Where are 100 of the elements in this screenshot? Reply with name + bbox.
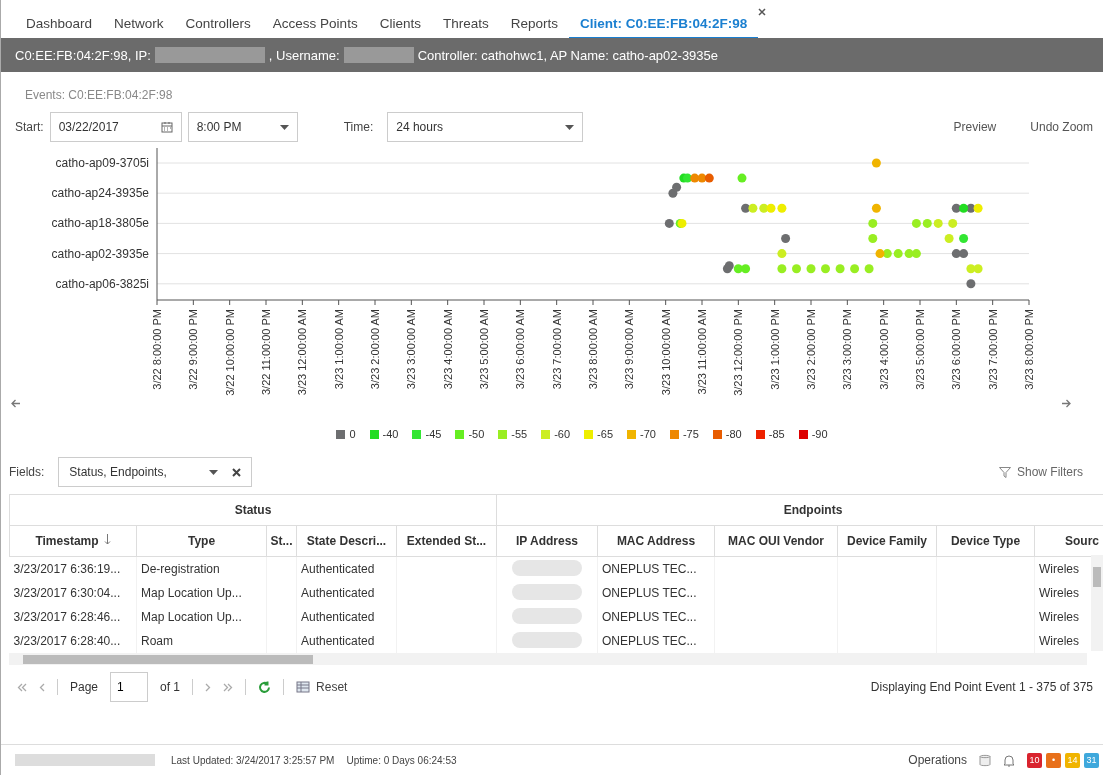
column-header[interactable]: Timestamp xyxy=(9,525,137,557)
caret-icon xyxy=(279,124,289,130)
legend-label: -70 xyxy=(640,428,656,440)
table-cell: Authenticated xyxy=(296,556,397,581)
info-text: , Username: xyxy=(268,47,340,63)
axis-label: 3/23 8:00:00 AM xyxy=(587,309,599,390)
table-cell: 3/23/2017 6:30:04... xyxy=(9,581,137,605)
column-header[interactable]: IP Address xyxy=(496,525,598,557)
last-updated-text: Last Updated: 3/24/2017 3:25:57 PM xyxy=(171,754,335,766)
legend-label: -50 xyxy=(468,428,485,440)
axis-label: 3/23 5:00:00 AM xyxy=(478,309,490,390)
column-group-header: Endpoints xyxy=(496,495,1103,526)
last-page-icon[interactable] xyxy=(223,682,234,692)
column-header[interactable]: St... xyxy=(266,525,297,557)
table-cell: De-registration xyxy=(136,556,267,581)
column-header[interactable]: Device Family xyxy=(837,525,937,557)
field-label: Time: xyxy=(343,120,374,134)
database-icon[interactable] xyxy=(979,753,991,767)
axis-label: 3/23 11:00:00 AM xyxy=(696,309,708,395)
redacted-block xyxy=(512,559,582,576)
date-field[interactable]: 03/22/2017 xyxy=(49,112,182,142)
legend-label: -45 xyxy=(425,428,442,440)
right-arrow-icon[interactable] xyxy=(1061,399,1071,408)
legend-label: -60 xyxy=(554,428,571,440)
axis-label: 3/23 2:00:00 AM xyxy=(369,309,381,390)
tab[interactable]: Controllers xyxy=(174,8,262,39)
axis-label: 3/23 1:00:00 PM xyxy=(768,309,781,390)
axis-label: 3/23 9:00:00 AM xyxy=(623,309,636,390)
axis-label: catho-ap24-3935e xyxy=(51,186,149,201)
link[interactable]: Preview xyxy=(953,120,997,134)
table-icon xyxy=(296,680,311,694)
uptime-text: Uptime: 0 Days 06:24:53 xyxy=(346,754,457,766)
column-header[interactable]: Device Type xyxy=(936,525,1035,557)
vertical-scrollbar[interactable] xyxy=(1091,555,1103,651)
table-cell: Map Location Up... xyxy=(136,581,267,605)
refresh-icon[interactable] xyxy=(258,680,272,694)
legend-label: -40 xyxy=(382,428,399,440)
count-badge[interactable]: 10 xyxy=(1027,752,1042,768)
operations-label: Operations xyxy=(908,753,967,767)
next-page-icon[interactable] xyxy=(205,682,212,692)
calendar-icon[interactable] xyxy=(160,121,173,133)
legend-label: -65 xyxy=(597,428,613,440)
close-icon[interactable] xyxy=(758,8,767,16)
legend-label: -55 xyxy=(511,428,528,440)
tab[interactable]: Clients xyxy=(368,8,432,39)
info-text: Controller: cathohwc1, AP Name: catho-ap02-3935e xyxy=(417,47,719,63)
first-page-icon[interactable] xyxy=(17,682,27,692)
column-header[interactable]: Type xyxy=(136,525,267,557)
table-cell: Authenticated xyxy=(296,581,397,605)
left-arrow-icon[interactable] xyxy=(11,399,21,408)
tab[interactable]: Threats xyxy=(431,8,500,39)
tab[interactable]: Dashboard xyxy=(15,8,104,39)
redacted-block xyxy=(343,47,414,63)
axis-label: 3/23 4:00:00 AM xyxy=(441,309,454,390)
table-cell: ONEPLUS TEC... xyxy=(597,581,715,605)
scroll-thumb[interactable] xyxy=(23,655,313,664)
info-text: C0:EE:FB:04:2F:98, IP: xyxy=(15,47,151,63)
axis-label: 3/22 11:00:00 PM xyxy=(260,309,272,396)
table-cell: 3/23/2017 6:28:46... xyxy=(9,605,137,629)
column-header[interactable]: MAC Address xyxy=(597,525,715,557)
legend-label: -85 xyxy=(768,428,785,440)
table-cell: ONEPLUS TEC... xyxy=(597,556,715,581)
tab[interactable]: Network xyxy=(103,8,175,39)
column-group-header: Status xyxy=(9,495,497,526)
axis-label: 3/22 10:00:00 PM xyxy=(223,309,236,396)
fields-dropdown[interactable]: Status, Endpoints, xyxy=(58,457,253,487)
table-cell: Map Location Up... xyxy=(136,605,267,629)
axis-label: 3/22 9:00:00 PM xyxy=(187,309,200,390)
column-header[interactable]: State Descri... xyxy=(296,525,397,557)
page-count: of 1 xyxy=(160,680,181,694)
column-header[interactable]: MAC OUI Vendor xyxy=(714,525,838,557)
time-range-dropdown[interactable]: 24 hours xyxy=(387,112,584,142)
axis-label: 3/23 3:00:00 PM xyxy=(841,309,854,390)
tab[interactable]: Access Points xyxy=(261,8,369,39)
scroll-thumb[interactable] xyxy=(1093,567,1101,587)
legend-label: -90 xyxy=(811,428,828,440)
axis-label: 3/23 8:00:00 PM xyxy=(1023,309,1035,390)
axis-label: 3/23 12:00:00 AM xyxy=(296,309,309,396)
link[interactable]: Undo Zoom xyxy=(1030,120,1093,134)
axis-label: 3/23 7:00:00 PM xyxy=(986,309,999,390)
table-cell: 3/23/2017 6:36:19... xyxy=(9,556,137,581)
axis-label: 3/23 2:00:00 PM xyxy=(805,309,817,390)
show-filters-button[interactable]: Show Filters xyxy=(992,464,1089,480)
tab[interactable]: Reports xyxy=(499,8,569,39)
axis-label: catho-ap18-3805e xyxy=(51,216,149,231)
horizontal-scrollbar[interactable] xyxy=(9,653,1087,665)
reset-button[interactable]: Reset xyxy=(296,680,348,694)
clear-icon[interactable] xyxy=(232,467,242,477)
axis-label: 3/23 3:00:00 AM xyxy=(405,309,418,390)
time-dropdown[interactable]: 8:00 PM xyxy=(187,112,298,142)
page-input[interactable]: 1 xyxy=(110,672,149,702)
axis-label: 3/23 12:00:00 PM xyxy=(732,309,745,396)
previous-page-icon[interactable] xyxy=(39,682,45,692)
column-header[interactable]: Extended St... xyxy=(396,525,497,557)
bell-icon[interactable] xyxy=(1003,753,1015,767)
axis-label: 3/23 6:00:00 AM xyxy=(514,309,527,390)
axis-label: 3/23 4:00:00 PM xyxy=(877,309,890,390)
legend-label: -75 xyxy=(682,428,699,440)
axis-label: catho-ap02-3935e xyxy=(51,246,149,261)
axis-label: 3/23 1:00:00 AM xyxy=(332,309,345,390)
